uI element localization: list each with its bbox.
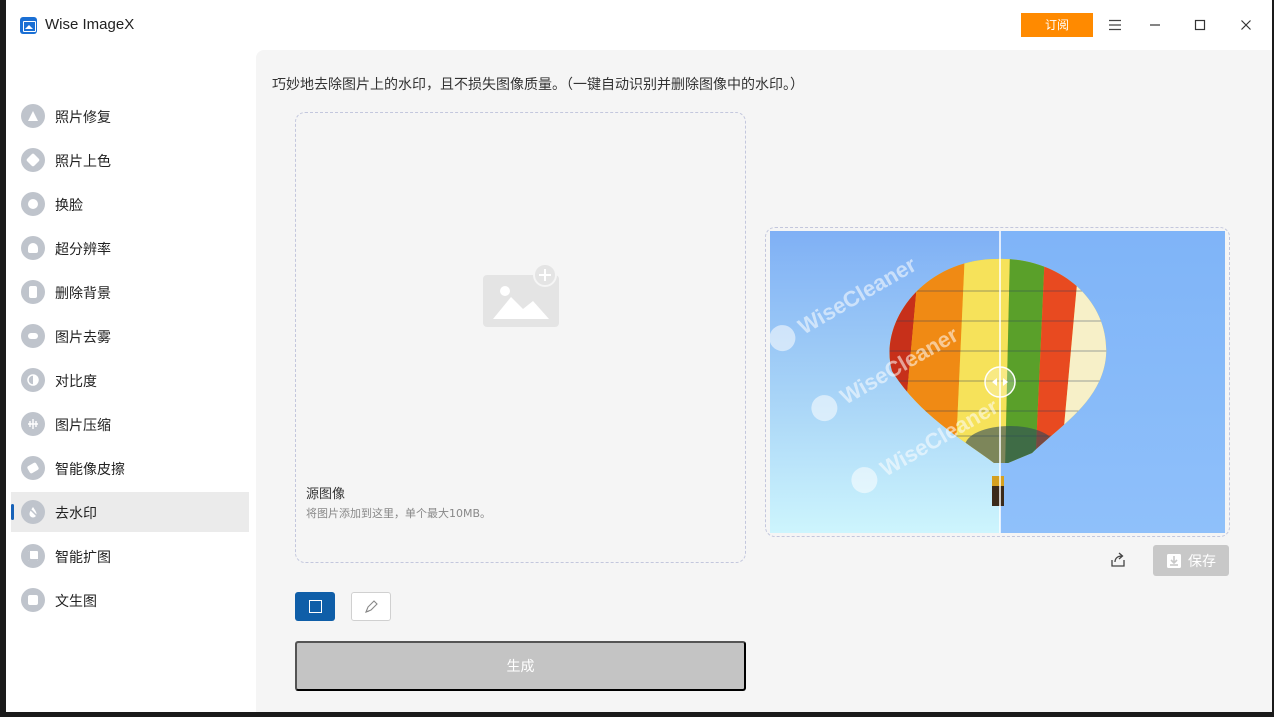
sidebar-item-watermark-remove[interactable]: 去水印 bbox=[11, 492, 249, 532]
dehaze-icon bbox=[21, 324, 45, 348]
comparison-preview-image[interactable]: WiseCleaner WiseCleaner WiseCleaner bbox=[770, 231, 1225, 533]
sidebar-item-label: 智能扩图 bbox=[55, 550, 111, 566]
sidebar-item-label: 智能像皮擦 bbox=[55, 462, 125, 478]
add-image-icon bbox=[483, 263, 559, 327]
sidebar-item-remove-background[interactable]: 删除背景 bbox=[11, 272, 249, 312]
rectangle-icon bbox=[308, 600, 322, 613]
photo-repair-icon bbox=[21, 104, 45, 128]
app-title: Wise ImageX bbox=[45, 16, 135, 33]
title-bar: Wise ImageX 订阅 bbox=[6, 0, 1272, 50]
remove-background-icon bbox=[21, 280, 45, 304]
expand-icon bbox=[21, 544, 45, 568]
sidebar-item-label: 图片压缩 bbox=[55, 418, 111, 434]
feature-description: 巧妙地去除图片上的水印，且不损失图像质量。（一键自动识别并删除图像中的水印。） bbox=[272, 77, 804, 93]
generate-button[interactable]: 生成 bbox=[295, 641, 746, 691]
brush-tool[interactable] bbox=[351, 592, 391, 621]
subscribe-button[interactable]: 订阅 bbox=[1021, 13, 1093, 37]
download-icon bbox=[1167, 553, 1181, 568]
sidebar-item-label: 文生图 bbox=[55, 594, 97, 610]
sidebar-item-colorize[interactable]: 照片上色 bbox=[11, 140, 249, 180]
sidebar-item-label: 换脸 bbox=[55, 198, 83, 214]
drop-zone-hint: 将图片添加到这里，单个最大10MB。 bbox=[306, 507, 492, 520]
compress-icon bbox=[21, 412, 45, 436]
rectangle-select-tool[interactable] bbox=[295, 592, 335, 621]
super-resolution-icon bbox=[21, 236, 45, 260]
sidebar-item-label: 删除背景 bbox=[55, 286, 111, 302]
sidebar-item-photo-repair[interactable]: 照片修复 bbox=[11, 96, 249, 136]
app-logo-icon bbox=[20, 17, 37, 34]
face-swap-icon bbox=[21, 192, 45, 216]
close-icon[interactable] bbox=[1233, 12, 1259, 38]
save-button[interactable]: 保存 bbox=[1153, 545, 1229, 576]
sidebar-item-dehaze[interactable]: 图片去雾 bbox=[11, 316, 249, 356]
source-image-drop-zone[interactable]: 源图像 将图片添加到这里，单个最大10MB。 bbox=[295, 112, 746, 563]
sidebar-item-contrast[interactable]: 对比度 bbox=[11, 360, 249, 400]
sidebar-item-label: 照片修复 bbox=[55, 110, 111, 126]
sidebar-item-label: 照片上色 bbox=[55, 154, 111, 170]
sidebar-item-label: 对比度 bbox=[55, 374, 97, 390]
sidebar-item-expand[interactable]: 智能扩图 bbox=[11, 536, 249, 576]
sidebar-item-text-to-image[interactable]: 文生图 bbox=[11, 580, 249, 620]
drop-zone-title: 源图像 bbox=[306, 487, 346, 502]
preview-frame: WiseCleaner WiseCleaner WiseCleaner bbox=[765, 227, 1230, 537]
sidebar: 照片修复 照片上色 换脸 超分辨率 删除背景 图片去雾 对比度 图片压缩 智能像… bbox=[6, 50, 256, 712]
brush-icon bbox=[365, 599, 378, 613]
share-icon[interactable] bbox=[1107, 549, 1129, 571]
sidebar-item-label: 图片去雾 bbox=[55, 330, 111, 346]
sidebar-item-eraser[interactable]: 智能像皮擦 bbox=[11, 448, 249, 488]
sidebar-item-label: 去水印 bbox=[55, 506, 97, 522]
contrast-icon bbox=[21, 368, 45, 392]
comparison-slider-handle[interactable] bbox=[984, 366, 1016, 398]
text-to-image-icon bbox=[21, 588, 45, 612]
eraser-icon bbox=[21, 456, 45, 480]
app-window: Wise ImageX 订阅 照片修复 照片上色 换脸 超分辨率 删除背景 图片… bbox=[6, 0, 1272, 712]
sidebar-item-compress[interactable]: 图片压缩 bbox=[11, 404, 249, 444]
colorize-icon bbox=[21, 148, 45, 172]
sidebar-item-face-swap[interactable]: 换脸 bbox=[11, 184, 249, 224]
minimize-icon[interactable] bbox=[1142, 12, 1168, 38]
save-button-label: 保存 bbox=[1188, 553, 1216, 570]
sidebar-item-label: 超分辨率 bbox=[55, 242, 111, 258]
watermark-remove-icon bbox=[21, 500, 45, 524]
maximize-icon[interactable] bbox=[1187, 12, 1213, 38]
menu-icon[interactable] bbox=[1102, 12, 1128, 38]
main-panel: 巧妙地去除图片上的水印，且不损失图像质量。（一键自动识别并删除图像中的水印。） … bbox=[256, 50, 1272, 712]
sidebar-item-super-resolution[interactable]: 超分辨率 bbox=[11, 228, 249, 268]
